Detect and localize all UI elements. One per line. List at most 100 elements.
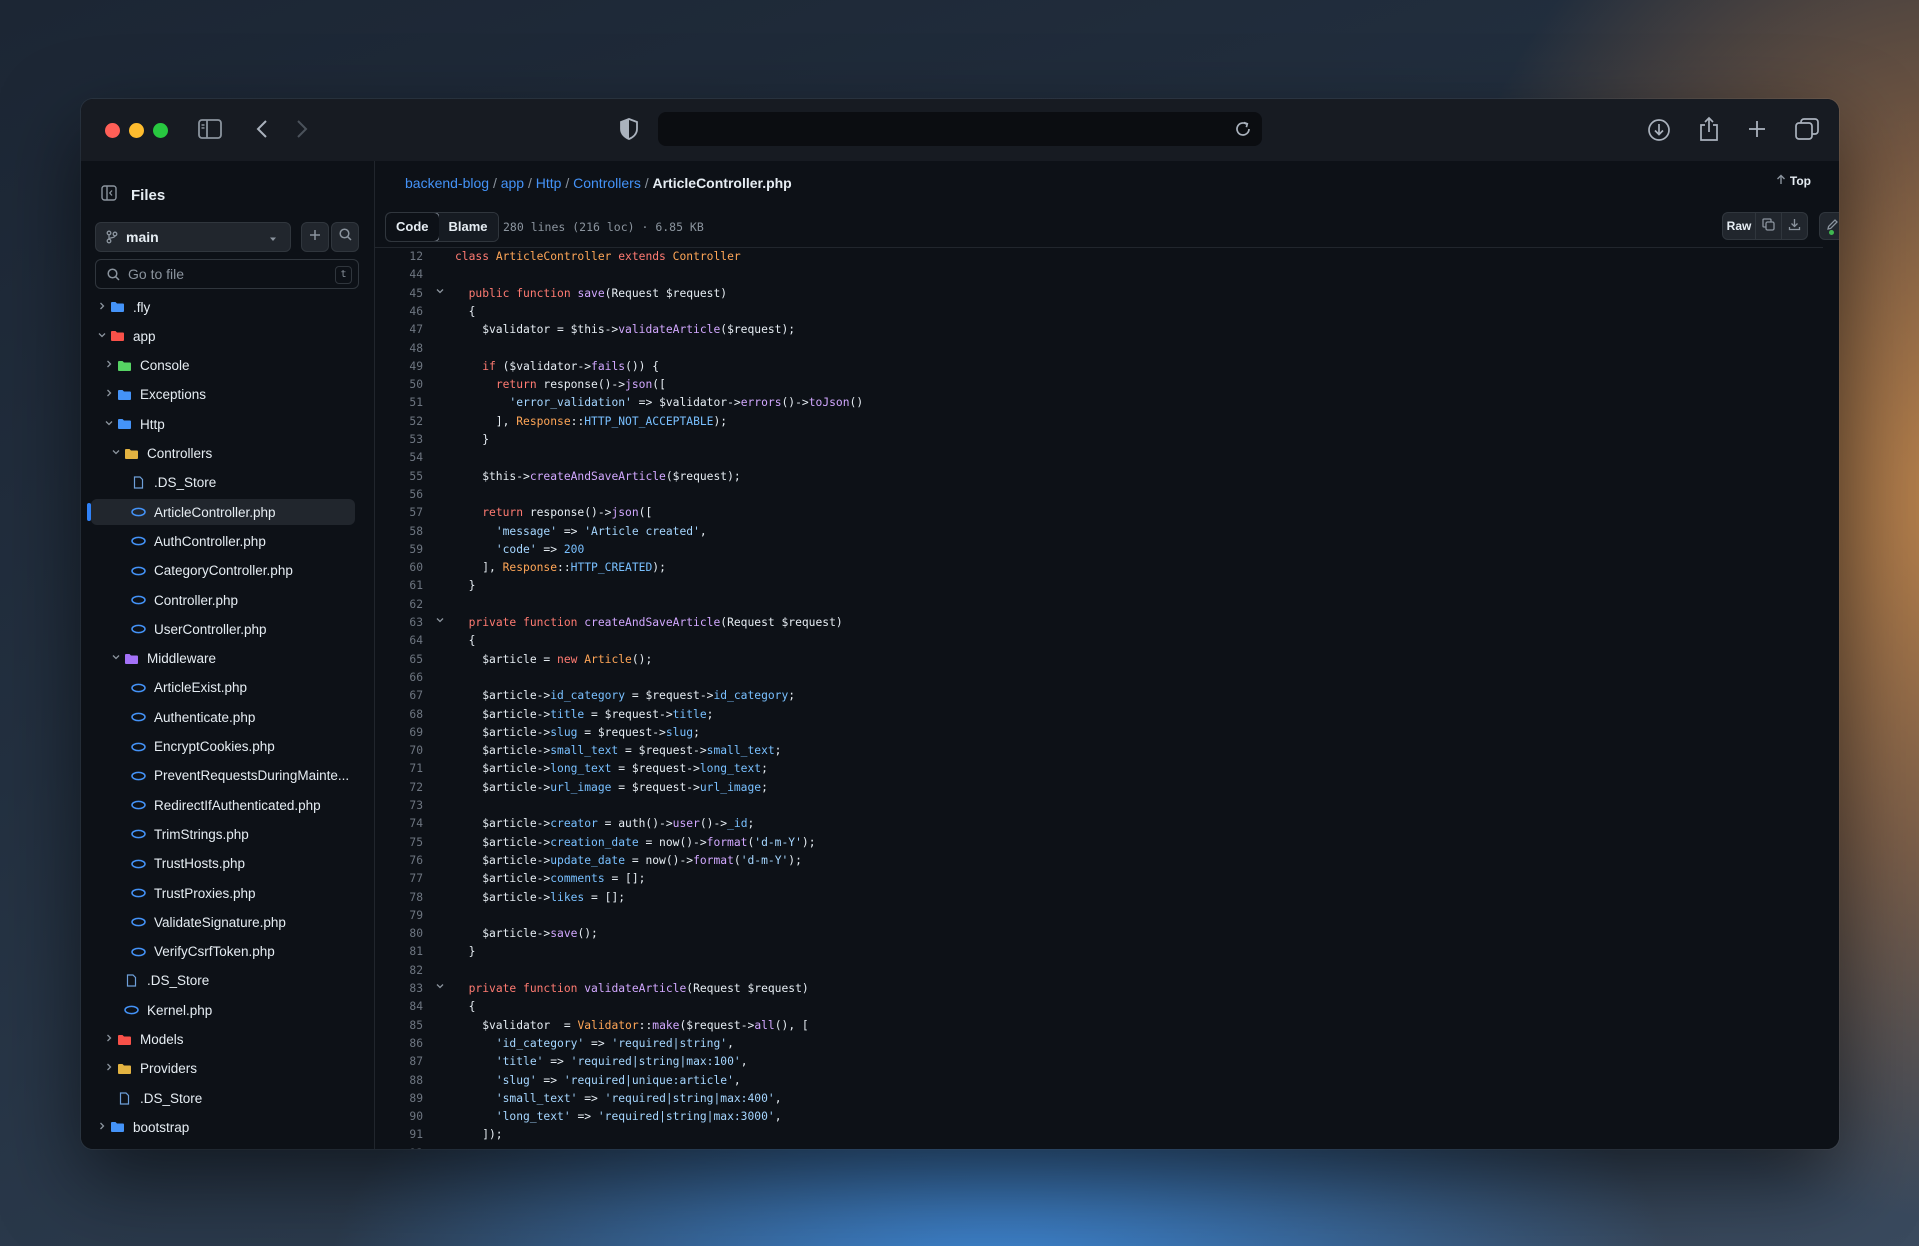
chevron-right-icon[interactable] — [95, 1121, 109, 1134]
chevron-down-icon[interactable] — [109, 652, 123, 665]
tree-file[interactable]: Controller.php — [91, 587, 355, 613]
tree-folder[interactable]: Models — [91, 1027, 355, 1053]
chevron-right-icon[interactable] — [95, 301, 109, 314]
line-number[interactable]: 55 — [375, 468, 423, 486]
tree-folder[interactable]: Middleware — [91, 646, 355, 672]
line-number[interactable]: 57 — [375, 504, 423, 522]
chevron-down-icon[interactable] — [102, 418, 116, 431]
line-number[interactable]: 73 — [375, 797, 423, 815]
branch-selector[interactable]: main — [95, 222, 291, 252]
chevron-right-icon[interactable] — [102, 1062, 116, 1075]
chevron-down-icon[interactable] — [95, 330, 109, 343]
line-number[interactable]: 71 — [375, 760, 423, 778]
tree-file[interactable]: .DS_Store — [91, 470, 355, 496]
line-number[interactable]: 70 — [375, 742, 423, 760]
line-number[interactable]: 50 — [375, 376, 423, 394]
line-number[interactable]: 64 — [375, 632, 423, 650]
tree-file[interactable]: .DS_Store — [91, 968, 355, 994]
line-number[interactable]: 47 — [375, 321, 423, 339]
downloads-icon[interactable] — [1647, 118, 1671, 147]
line-number[interactable]: 72 — [375, 779, 423, 797]
copy-button[interactable] — [1756, 213, 1782, 239]
line-number[interactable]: 80 — [375, 925, 423, 943]
tree-folder[interactable]: bootstrap — [91, 1114, 355, 1140]
line-number[interactable]: 89 — [375, 1090, 423, 1108]
tab-blame[interactable]: Blame — [438, 213, 498, 241]
line-number[interactable]: 84 — [375, 998, 423, 1016]
chevron-right-icon[interactable] — [102, 359, 116, 372]
line-number[interactable]: 63 — [375, 614, 423, 632]
fold-chevron-icon[interactable] — [435, 614, 445, 632]
tree-file[interactable]: ArticleController.php — [87, 499, 355, 526]
tree-file[interactable]: UserController.php — [91, 616, 355, 642]
line-number[interactable]: 46 — [375, 303, 423, 321]
breadcrumb-app[interactable]: app — [501, 175, 524, 191]
sidebar-toggle-icon[interactable] — [198, 119, 222, 144]
back-icon[interactable] — [255, 119, 269, 144]
line-number[interactable]: 54 — [375, 449, 423, 467]
tab-code[interactable]: Code — [385, 213, 440, 241]
tree-file[interactable]: CategoryController.php — [91, 558, 355, 584]
fold-chevron-icon[interactable] — [435, 285, 445, 303]
tree-file[interactable]: TrustProxies.php — [91, 880, 355, 906]
line-number[interactable]: 59 — [375, 541, 423, 559]
line-number[interactable]: 77 — [375, 870, 423, 888]
forward-icon[interactable] — [295, 119, 309, 144]
tree-file[interactable]: EncryptCookies.php — [91, 734, 355, 760]
zoom-window-button[interactable] — [153, 123, 168, 138]
line-number[interactable]: 68 — [375, 706, 423, 724]
line-number[interactable]: 81 — [375, 943, 423, 961]
line-number[interactable]: 74 — [375, 815, 423, 833]
download-button[interactable] — [1782, 213, 1807, 239]
tree-file[interactable]: ArticleExist.php — [91, 675, 355, 701]
line-number[interactable]: 58 — [375, 523, 423, 541]
edit-button[interactable] — [1820, 213, 1839, 239]
line-number[interactable]: 69 — [375, 724, 423, 742]
line-number[interactable]: 75 — [375, 834, 423, 852]
line-number[interactable]: 76 — [375, 852, 423, 870]
line-number[interactable]: 61 — [375, 577, 423, 595]
fold-chevron-icon[interactable] — [435, 980, 445, 998]
collapse-sidebar-icon[interactable] — [101, 184, 117, 206]
tree-folder[interactable]: app — [91, 323, 355, 349]
go-to-file-input[interactable]: Go to file t — [95, 259, 359, 289]
tree-file[interactable]: .DS_Store — [91, 1085, 355, 1111]
share-icon[interactable] — [1698, 116, 1720, 147]
top-button[interactable]: Top — [1776, 174, 1811, 188]
tree-file[interactable]: PreventRequestsDuringMainte... — [91, 763, 355, 789]
line-number[interactable]: 12 — [375, 248, 423, 266]
line-number[interactable]: 91 — [375, 1126, 423, 1144]
line-number[interactable]: 62 — [375, 596, 423, 614]
line-number[interactable]: 67 — [375, 687, 423, 705]
tree-file[interactable]: ValidateSignature.php — [91, 909, 355, 935]
breadcrumb-controllers[interactable]: Controllers — [573, 175, 641, 191]
tree-file[interactable]: TrimStrings.php — [91, 821, 355, 847]
breadcrumb-http[interactable]: Http — [536, 175, 562, 191]
code-viewer[interactable]: 12 class ArticleController extends Contro… — [375, 248, 1823, 1149]
line-number[interactable]: 92 — [375, 1145, 423, 1149]
line-number[interactable]: 85 — [375, 1017, 423, 1035]
line-number[interactable]: 56 — [375, 486, 423, 504]
chevron-right-icon[interactable] — [102, 388, 116, 401]
line-number[interactable]: 83 — [375, 980, 423, 998]
tree-file[interactable]: AuthController.php — [91, 528, 355, 554]
tree-file[interactable]: VerifyCsrfToken.php — [91, 939, 355, 965]
line-number[interactable]: 45 — [375, 285, 423, 303]
privacy-shield-icon[interactable] — [620, 118, 638, 145]
reload-icon[interactable] — [1234, 120, 1252, 143]
line-number[interactable]: 53 — [375, 431, 423, 449]
chevron-down-icon[interactable] — [109, 447, 123, 460]
close-window-button[interactable] — [105, 123, 120, 138]
breadcrumb-repo[interactable]: backend-blog — [405, 175, 489, 191]
tree-folder[interactable]: Console — [91, 353, 355, 379]
tree-folder[interactable]: Http — [91, 411, 355, 437]
tab-overview-icon[interactable] — [1795, 118, 1819, 145]
new-tab-icon[interactable] — [1747, 119, 1767, 144]
minimize-window-button[interactable] — [129, 123, 144, 138]
line-number[interactable]: 60 — [375, 559, 423, 577]
add-file-button[interactable] — [301, 222, 329, 252]
address-bar[interactable] — [658, 112, 1262, 146]
line-number[interactable]: 82 — [375, 962, 423, 980]
line-number[interactable]: 49 — [375, 358, 423, 376]
raw-button[interactable]: Raw — [1723, 213, 1756, 239]
